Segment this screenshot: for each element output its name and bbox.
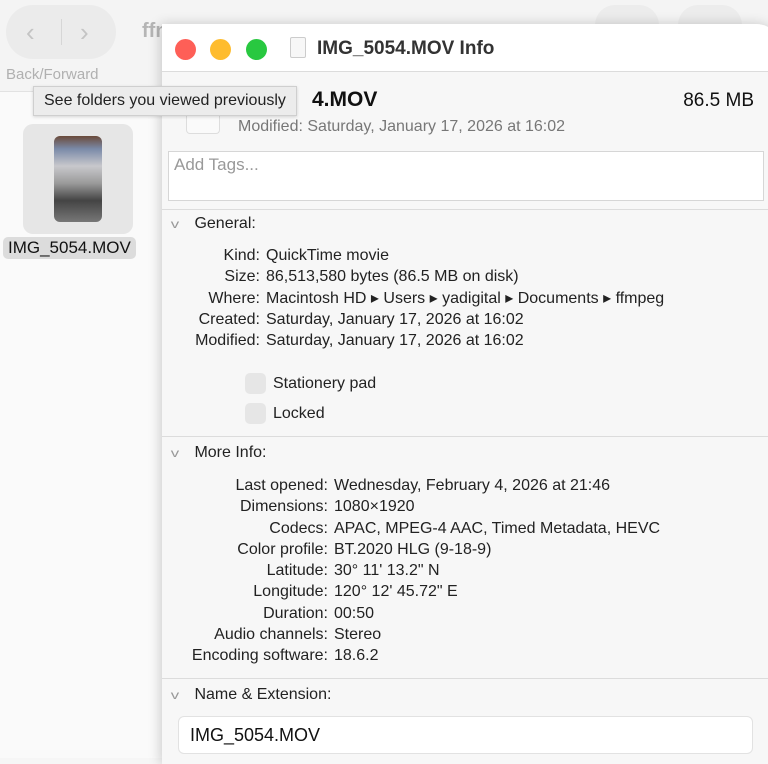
file-name-heading: 4.MOV <box>312 88 378 111</box>
row-value: APAC, MPEG-4 AAC, Timed Metadata, HEVC <box>334 519 661 537</box>
row-label: Latitude: <box>266 562 328 580</box>
row-value: Wednesday, February 4, 2026 at 21:46 <box>334 477 611 494</box>
row-value: Saturday, January 17, 2026 at 16:02 <box>266 332 524 350</box>
row-label: Longitude: <box>253 583 328 601</box>
chevron-down-icon: v <box>170 217 180 231</box>
title-bar: IMG_5054.MOV Info <box>162 24 768 72</box>
chevron-right-icon[interactable]: › <box>80 17 89 48</box>
section-title: More Info: <box>194 444 267 461</box>
tags-input[interactable]: Add Tags... <box>168 151 764 201</box>
divider <box>162 436 768 437</box>
row-label: Codecs: <box>269 519 328 537</box>
file-size: 86.5 MB <box>683 90 754 111</box>
row-label: Where: <box>208 289 260 307</box>
divider <box>162 209 768 210</box>
row-label: Dimensions: <box>239 498 328 516</box>
zoom-button[interactable] <box>246 39 267 60</box>
general-section-toggle[interactable]: v General: <box>170 215 256 233</box>
close-button[interactable] <box>175 39 196 60</box>
locked-label: Locked <box>273 405 325 422</box>
more-info-section-toggle[interactable]: v More Info: <box>170 444 267 462</box>
file-thumbnail[interactable] <box>23 124 133 234</box>
row-value: 18.6.2 <box>334 647 379 665</box>
row-label: Audio channels: <box>214 626 328 644</box>
row-value: Macintosh HD ▸ Users ▸ yadigital ▸ Docum… <box>266 289 665 307</box>
back-forward-control[interactable]: ‹ › <box>6 5 116 59</box>
row-value: 00:50 <box>334 604 375 622</box>
stationery-checkbox[interactable] <box>245 373 266 394</box>
stationery-label: Stationery pad <box>273 375 377 392</box>
chevron-left-icon[interactable]: ‹ <box>26 17 35 48</box>
name-extension-section-toggle[interactable]: v Name & Extension: <box>170 686 332 704</box>
general-rows: Kind: QuickTime movie Size: 86,513,580 byte… <box>162 245 664 351</box>
row-label: Size: <box>224 268 260 286</box>
row-label: Modified: <box>195 332 260 350</box>
window-title: IMG_5054.MOV Info <box>317 38 495 59</box>
more-info-rows: Last opened: Wednesday, February 4, 2026 … <box>162 475 660 667</box>
info-window: IMG_5054.MOV Info 4.MOV 86.5 MB Modified… <box>162 24 768 764</box>
file-name-label[interactable]: IMG_5054.MOV <box>3 237 136 259</box>
row-value: BT.2020 HLG (9-18-9) <box>334 540 492 558</box>
row-value: 30° 11' 13.2" N <box>334 562 440 580</box>
video-preview-image <box>54 136 102 222</box>
row-label: Encoding software: <box>191 647 328 665</box>
nav-divider <box>61 19 62 45</box>
chevron-down-icon: v <box>170 688 180 702</box>
minimize-button[interactable] <box>210 39 231 60</box>
row-label: Duration: <box>263 604 328 622</box>
row-value: Saturday, January 17, 2026 at 16:02 <box>266 310 524 328</box>
row-value: Stereo <box>334 626 382 644</box>
row-value: 120° 12' 45.72" E <box>334 583 458 601</box>
row-value: 86,513,580 bytes (86.5 MB on disk) <box>266 268 519 286</box>
tooltip: See folders you viewed previously <box>33 86 297 116</box>
movie-file-icon <box>290 37 306 58</box>
row-label: Last opened: <box>235 477 328 494</box>
row-label: Created: <box>198 310 260 328</box>
section-title: General: <box>194 215 256 232</box>
row-label: Kind: <box>223 247 260 264</box>
chevron-down-icon: v <box>170 446 180 460</box>
row-value: QuickTime movie <box>266 247 389 264</box>
name-extension-input[interactable]: IMG_5054.MOV <box>178 716 753 754</box>
locked-checkbox[interactable] <box>245 403 266 424</box>
modified-line: Modified: Saturday, January 17, 2026 at … <box>238 118 566 135</box>
row-value: 1080×1920 <box>334 498 415 516</box>
row-label: Color profile: <box>237 540 328 558</box>
section-title: Name & Extension: <box>194 686 332 703</box>
divider <box>162 678 768 679</box>
nav-label: Back/Forward <box>6 66 99 83</box>
